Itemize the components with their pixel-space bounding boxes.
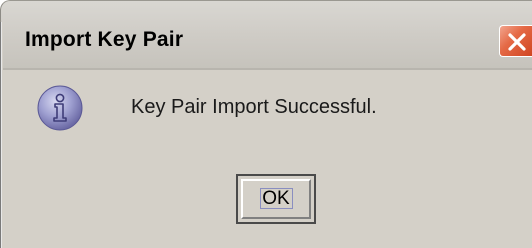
dialog-body: Key Pair Import Successful. OK <box>3 70 532 248</box>
ok-button[interactable]: OK <box>236 174 316 224</box>
message-text: Key Pair Import Successful. <box>131 96 377 118</box>
close-button[interactable] <box>499 25 532 57</box>
import-key-pair-dialog: Import Key Pair Key Pair Import Successf… <box>0 0 532 248</box>
ok-button-label: OK <box>262 188 290 209</box>
title-bar[interactable]: Import Key Pair <box>0 0 532 68</box>
close-x-icon <box>508 33 526 51</box>
window-title: Import Key Pair <box>25 28 184 51</box>
information-icon <box>37 85 83 131</box>
